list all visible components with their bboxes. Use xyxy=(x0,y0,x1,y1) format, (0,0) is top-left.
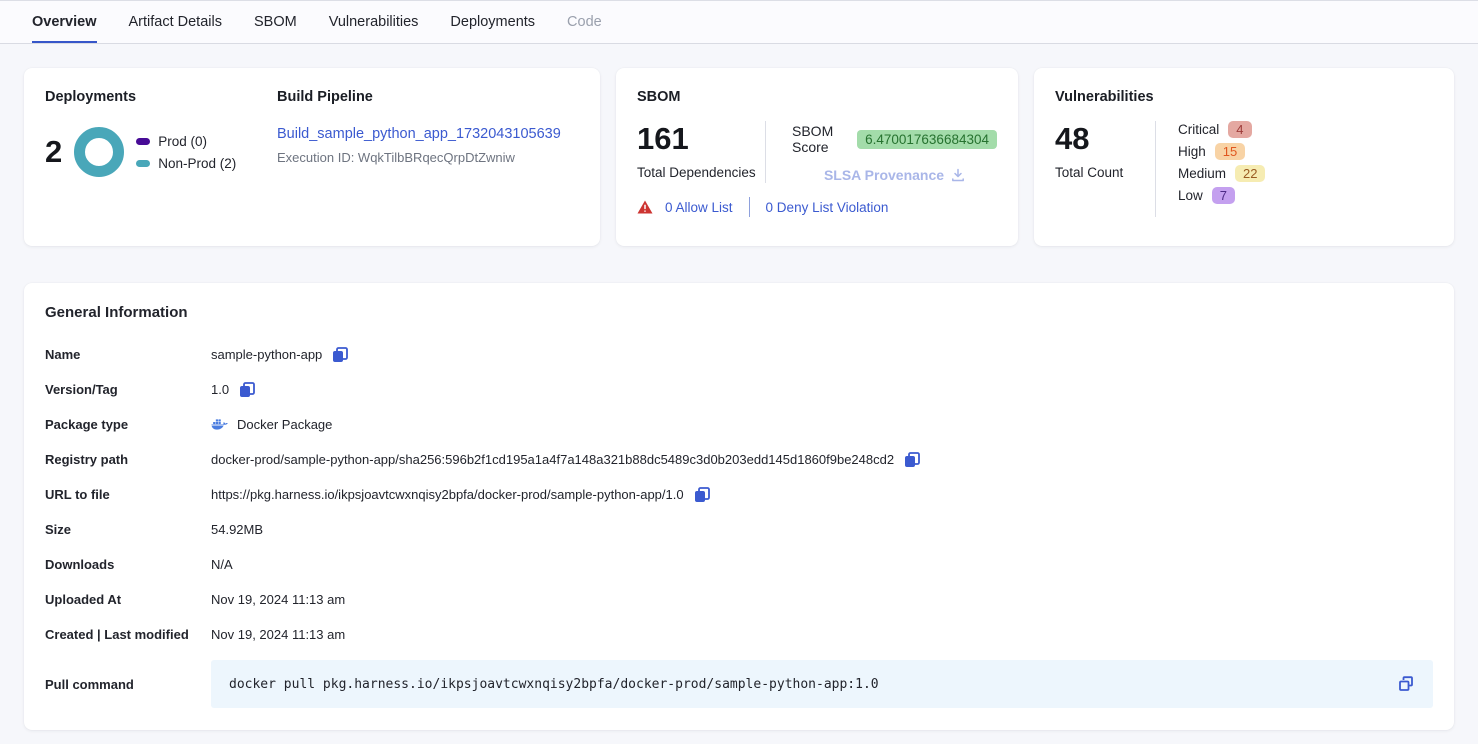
severity-row-critical: Critical 4 xyxy=(1178,121,1433,138)
uploaded-at-label: Uploaded At xyxy=(45,592,211,607)
row-created-modified: Created | Last modified Nov 19, 2024 11:… xyxy=(45,617,1433,652)
downloads-label: Downloads xyxy=(45,557,211,572)
package-type-label: Package type xyxy=(45,417,211,432)
row-name: Name sample-python-app xyxy=(45,337,1433,372)
build-pipeline-title: Build Pipeline xyxy=(277,89,579,105)
general-information-card: General Information Name sample-python-a… xyxy=(24,283,1454,730)
low-label: Low xyxy=(1178,188,1203,203)
severity-row-high: High 15 xyxy=(1178,143,1433,160)
severity-row-low: Low 7 xyxy=(1178,187,1433,204)
row-downloads: Downloads N/A xyxy=(45,547,1433,582)
execution-id: Execution ID: WqkTilbBRqecQrpDtZwniw xyxy=(277,150,579,165)
allow-list-link[interactable]: 0 Allow List xyxy=(665,200,733,215)
deployments-donut-chart xyxy=(74,127,124,177)
deployments-section: Deployments 2 Prod (0) Non-Prod (2) xyxy=(45,89,277,225)
tab-deployments[interactable]: Deployments xyxy=(450,1,535,43)
vulnerabilities-card: Vulnerabilities 48 Total Count Critical … xyxy=(1034,68,1454,246)
downloads-value: N/A xyxy=(211,557,233,572)
size-label: Size xyxy=(45,522,211,537)
sbom-total: 161 xyxy=(637,121,765,157)
critical-count-badge: 4 xyxy=(1228,121,1251,138)
sbom-score-badge: 6.470017636684304 xyxy=(857,130,997,149)
name-label: Name xyxy=(45,347,211,362)
tab-vulnerabilities[interactable]: Vulnerabilities xyxy=(329,1,419,43)
prod-legend-label: Prod (0) xyxy=(158,134,207,149)
vuln-total-section: 48 Total Count xyxy=(1055,121,1155,217)
pull-command-value: docker pull pkg.harness.io/ikpsjoavtcwxn… xyxy=(229,677,879,692)
warning-icon xyxy=(637,200,653,214)
sbom-card: SBOM 161 Total Dependencies SBOM Score 6… xyxy=(616,68,1018,246)
medium-label: Medium xyxy=(1178,166,1226,181)
docker-icon xyxy=(211,418,228,432)
build-pipeline-section: Build Pipeline Build_sample_python_app_1… xyxy=(277,89,579,225)
download-icon xyxy=(951,168,965,182)
lists-divider xyxy=(749,197,750,217)
tab-bar: Overview Artifact Details SBOM Vulnerabi… xyxy=(0,0,1478,44)
severity-list: Critical 4 High 15 Medium 22 Low 7 xyxy=(1156,121,1433,217)
general-information-title: General Information xyxy=(45,304,1433,321)
vuln-total-label: Total Count xyxy=(1055,165,1155,180)
vulnerabilities-title: Vulnerabilities xyxy=(1055,89,1433,105)
vuln-total: 48 xyxy=(1055,121,1155,157)
row-size: Size 54.92MB xyxy=(45,512,1433,547)
nonprod-legend-swatch xyxy=(136,160,150,167)
version-label: Version/Tag xyxy=(45,382,211,397)
deployments-legend: Prod (0) Non-Prod (2) xyxy=(136,134,236,171)
deny-list-link[interactable]: 0 Deny List Violation xyxy=(766,200,889,215)
sbom-total-label: Total Dependencies xyxy=(637,165,765,180)
version-value: 1.0 xyxy=(211,382,229,397)
deployments-title: Deployments xyxy=(45,89,277,105)
prod-legend-swatch xyxy=(136,138,150,145)
copy-icon[interactable] xyxy=(1397,675,1415,693)
row-registry-path: Registry path docker-prod/sample-python-… xyxy=(45,442,1433,477)
uploaded-at-value: Nov 19, 2024 11:13 am xyxy=(211,592,345,607)
deployments-card: Deployments 2 Prod (0) Non-Prod (2) xyxy=(24,68,600,246)
package-type-value: Docker Package xyxy=(237,417,332,432)
row-url: URL to file https://pkg.harness.io/ikpsj… xyxy=(45,477,1433,512)
copy-icon[interactable] xyxy=(331,346,349,364)
page-content: Deployments 2 Prod (0) Non-Prod (2) xyxy=(0,44,1478,744)
severity-row-medium: Medium 22 xyxy=(1178,165,1433,182)
name-value: sample-python-app xyxy=(211,347,322,362)
sbom-score-label: SBOM Score xyxy=(792,123,847,155)
url-value: https://pkg.harness.io/ikpsjoavtcwxnqisy… xyxy=(211,487,684,502)
deployments-total: 2 xyxy=(45,134,62,170)
sbom-title: SBOM xyxy=(637,89,997,105)
pull-command-block: docker pull pkg.harness.io/ikpsjoavtcwxn… xyxy=(211,660,1433,708)
high-count-badge: 15 xyxy=(1215,143,1245,160)
tab-overview[interactable]: Overview xyxy=(32,1,97,43)
row-uploaded-at: Uploaded At Nov 19, 2024 11:13 am xyxy=(45,582,1433,617)
url-label: URL to file xyxy=(45,487,211,502)
slsa-provenance-link[interactable]: SLSA Provenance xyxy=(792,167,997,183)
legend-item-prod: Prod (0) xyxy=(136,134,236,149)
registry-path-value: docker-prod/sample-python-app/sha256:596… xyxy=(211,452,894,467)
size-value: 54.92MB xyxy=(211,522,263,537)
row-version: Version/Tag 1.0 xyxy=(45,372,1433,407)
medium-count-badge: 22 xyxy=(1235,165,1265,182)
low-count-badge: 7 xyxy=(1212,187,1235,204)
nonprod-legend-label: Non-Prod (2) xyxy=(158,156,236,171)
created-modified-value: Nov 19, 2024 11:13 am xyxy=(211,627,345,642)
critical-label: Critical xyxy=(1178,122,1219,137)
high-label: High xyxy=(1178,144,1206,159)
sbom-score-row: SBOM Score 6.470017636684304 xyxy=(792,123,997,155)
tab-artifact-details[interactable]: Artifact Details xyxy=(129,1,222,43)
copy-icon[interactable] xyxy=(238,381,256,399)
build-pipeline-link[interactable]: Build_sample_python_app_1732043105639 xyxy=(277,126,561,142)
copy-icon[interactable] xyxy=(903,451,921,469)
sbom-total-section: 161 Total Dependencies xyxy=(637,121,765,183)
registry-path-label: Registry path xyxy=(45,452,211,467)
created-modified-label: Created | Last modified xyxy=(45,627,211,642)
slsa-provenance-label: SLSA Provenance xyxy=(824,167,944,183)
tab-code[interactable]: Code xyxy=(567,1,602,43)
summary-row: Deployments 2 Prod (0) Non-Prod (2) xyxy=(24,68,1454,246)
tab-sbom[interactable]: SBOM xyxy=(254,1,297,43)
copy-icon[interactable] xyxy=(693,486,711,504)
pull-command-label: Pull command xyxy=(45,677,211,692)
row-pull-command: Pull command docker pull pkg.harness.io/… xyxy=(45,660,1433,708)
legend-item-nonprod: Non-Prod (2) xyxy=(136,156,236,171)
row-package-type: Package type Docker Package xyxy=(45,407,1433,442)
